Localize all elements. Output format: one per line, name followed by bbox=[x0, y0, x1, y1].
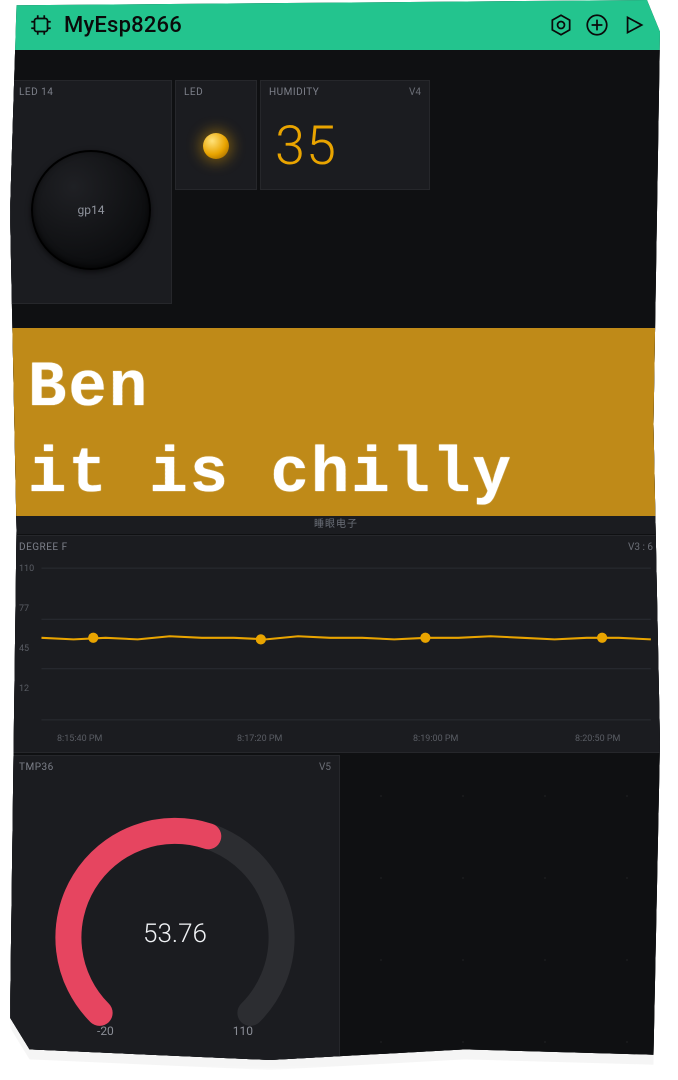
led-indicator-icon bbox=[203, 133, 229, 159]
widget-title: LED bbox=[184, 87, 203, 98]
widget-button-led14[interactable]: LED 14 gp14 bbox=[10, 80, 172, 304]
add-icon[interactable] bbox=[584, 12, 610, 38]
gauge-max: 110 bbox=[233, 1024, 253, 1038]
play-icon[interactable] bbox=[620, 12, 646, 38]
widget-led: LED bbox=[175, 80, 257, 190]
lcd-line-2: it is chilly bbox=[28, 432, 644, 518]
widget-gauge-tmp36: TMP36 V5 53.76 -20 110 bbox=[10, 755, 340, 1060]
button-label: gp14 bbox=[78, 203, 105, 217]
ytick: 45 bbox=[19, 644, 29, 654]
humidity-value: 35 bbox=[275, 115, 337, 178]
widget-pin: V4 bbox=[409, 87, 421, 98]
lcd-footer: 睡眼电子 bbox=[10, 516, 660, 534]
widget-title: DEGREE F bbox=[19, 542, 68, 553]
nut-icon[interactable] bbox=[548, 12, 574, 38]
widget-pin: V3 : 6 bbox=[628, 542, 653, 553]
widget-pin: V5 bbox=[319, 762, 331, 773]
app-screen: MyEsp8266 LED 14 gp14 LED HUMIDITY V4 35 bbox=[10, 0, 660, 1060]
chart-plot bbox=[11, 562, 660, 726]
widget-humidity: HUMIDITY V4 35 bbox=[260, 80, 430, 190]
button-circle[interactable]: gp14 bbox=[31, 150, 151, 270]
dashboard-grid: LED 14 gp14 LED HUMIDITY V4 35 Ben it is… bbox=[10, 50, 660, 1060]
gauge-min: -20 bbox=[97, 1024, 114, 1038]
app-header: MyEsp8266 bbox=[10, 0, 660, 50]
widget-title: TMP36 bbox=[19, 762, 54, 773]
xtick: 8:15:40 PM bbox=[57, 734, 102, 744]
ytick: 77 bbox=[19, 604, 29, 614]
chip-icon[interactable] bbox=[28, 12, 54, 38]
widget-title: LED 14 bbox=[19, 87, 53, 98]
project-title: MyEsp8266 bbox=[64, 13, 538, 38]
xtick: 8:17:20 PM bbox=[237, 734, 282, 744]
empty-grid-area bbox=[340, 755, 660, 1060]
widget-lcd: Ben it is chilly 睡眼电子 bbox=[10, 328, 660, 516]
widget-chart-degree-f[interactable]: DEGREE F V3 : 6 110 77 45 12 8:15:40 PM … bbox=[10, 535, 660, 753]
gauge-value: 53.76 bbox=[143, 919, 207, 949]
xtick: 8:20:50 PM bbox=[575, 734, 620, 744]
ytick: 110 bbox=[19, 564, 34, 574]
xtick: 8:19:00 PM bbox=[413, 734, 458, 744]
ytick: 12 bbox=[19, 684, 29, 694]
widget-title: HUMIDITY bbox=[269, 87, 319, 98]
lcd-line-1: Ben bbox=[28, 346, 644, 432]
